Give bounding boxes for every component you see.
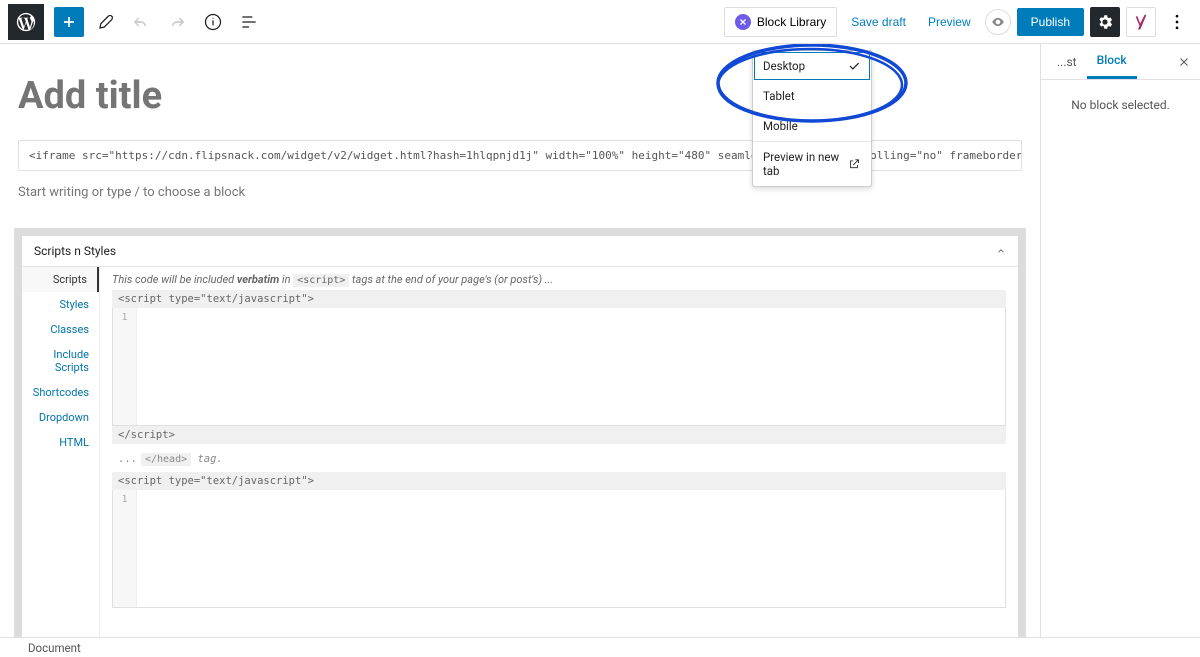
- script-open-tag: <script type="text/javascript">: [112, 290, 1006, 308]
- scripts-content: This code will be included verbatim in <…: [100, 267, 1018, 637]
- sidebar-tab-block[interactable]: Block: [1087, 44, 1137, 79]
- scripts-tab-shortcodes[interactable]: Shortcodes: [22, 380, 99, 405]
- preview-button[interactable]: Preview: [920, 9, 979, 35]
- block-appender[interactable]: Start writing or type / to choose a bloc…: [0, 181, 1040, 214]
- scripts-panel-header[interactable]: Scripts n Styles: [22, 236, 1018, 267]
- redo-icon: [167, 12, 187, 32]
- scripts-tab-html[interactable]: HTML: [22, 430, 99, 455]
- sidebar-tabs: ...st Block: [1041, 44, 1200, 80]
- settings-sidebar: ...st Block No block selected.: [1040, 44, 1200, 637]
- sidebar-tab-post[interactable]: ...st: [1047, 46, 1087, 78]
- code-editor-gutter: 1: [113, 490, 137, 607]
- caret-up-icon: [996, 246, 1006, 256]
- close-icon: [1178, 56, 1190, 68]
- redo-button[interactable]: [162, 7, 192, 37]
- info-button[interactable]: [198, 7, 228, 37]
- preview-option-desktop[interactable]: Desktop: [753, 51, 871, 81]
- scripts-tab-styles[interactable]: Styles: [22, 292, 99, 317]
- kebab-icon: [1167, 12, 1187, 32]
- breadcrumb-document[interactable]: Document: [28, 641, 81, 655]
- block-library-icon: [735, 14, 751, 30]
- head-tag-note: ...</head> tag.: [112, 450, 1006, 468]
- settings-button[interactable]: [1090, 7, 1120, 37]
- preview-option-tablet[interactable]: Tablet: [753, 81, 871, 111]
- undo-button[interactable]: [126, 7, 156, 37]
- yoast-readability-indicator[interactable]: [985, 9, 1011, 35]
- scripts-panel-body: Scripts Styles Classes Include Scripts S…: [22, 267, 1018, 637]
- block-library-button[interactable]: Block Library: [724, 7, 837, 37]
- edit-mode-button[interactable]: [90, 7, 120, 37]
- scripts-tab-dropdown[interactable]: Dropdown: [22, 405, 99, 430]
- save-draft-button[interactable]: Save draft: [843, 9, 914, 35]
- toolbar-left: [8, 4, 264, 40]
- preview-option-mobile[interactable]: Mobile: [753, 111, 871, 141]
- yoast-button[interactable]: [1126, 7, 1156, 37]
- scripts-panel-title: Scripts n Styles: [34, 244, 116, 258]
- code-editor-area[interactable]: [137, 490, 1005, 607]
- pencil-icon: [95, 12, 115, 32]
- scripts-tab-classes[interactable]: Classes: [22, 317, 99, 342]
- code-editor-gutter: 1: [113, 308, 137, 425]
- add-block-button[interactable]: [54, 7, 84, 37]
- block-library-label: Block Library: [757, 15, 826, 29]
- scripts-n-styles-panel: Scripts n Styles Scripts Styles Classes …: [14, 228, 1026, 637]
- scripts-tab-scripts[interactable]: Scripts: [22, 267, 99, 292]
- info-icon: [203, 12, 223, 32]
- sidebar-body: No block selected.: [1041, 80, 1200, 130]
- plus-icon: [59, 12, 79, 32]
- scripts-tabs: Scripts Styles Classes Include Scripts S…: [22, 267, 100, 637]
- eye-icon: [991, 15, 1005, 29]
- post-title[interactable]: Add title: [0, 44, 1040, 132]
- scripts-tab-include[interactable]: Include Scripts: [22, 342, 99, 380]
- code-editor-area[interactable]: [137, 308, 1005, 425]
- preview-option-label: Preview in new tab: [763, 150, 848, 178]
- script-open-tag-head: <script type="text/javascript">: [112, 472, 1006, 490]
- outline-button[interactable]: [234, 7, 264, 37]
- preview-option-label: Mobile: [763, 119, 798, 133]
- yoast-icon: [1132, 13, 1150, 31]
- code-editor-head[interactable]: 1: [112, 490, 1006, 608]
- preview-option-label: Tablet: [763, 89, 795, 103]
- list-icon: [239, 12, 259, 32]
- gear-icon: [1096, 13, 1114, 31]
- preview-new-tab[interactable]: Preview in new tab: [753, 142, 871, 186]
- code-editor-body[interactable]: 1: [112, 308, 1006, 426]
- editor-footer: Document: [0, 637, 1200, 657]
- external-link-icon: [848, 157, 861, 171]
- wordpress-icon: [15, 11, 37, 33]
- wordpress-logo[interactable]: [8, 4, 44, 40]
- check-icon: [847, 59, 861, 73]
- editor-canvas: Desktop Tablet Mobile Preview in new tab…: [0, 44, 1040, 637]
- toolbar-right: Block Library Save draft Preview Publish: [724, 7, 1192, 37]
- undo-icon: [131, 12, 151, 32]
- publish-button[interactable]: Publish: [1017, 8, 1084, 36]
- sidebar-close-button[interactable]: [1174, 52, 1194, 72]
- preview-dropdown: Desktop Tablet Mobile Preview in new tab: [752, 50, 872, 187]
- preview-option-label: Desktop: [763, 59, 805, 73]
- more-options-button[interactable]: [1162, 7, 1192, 37]
- editor-toolbar: Block Library Save draft Preview Publish: [0, 0, 1200, 44]
- script-close-tag: </script>: [112, 426, 1006, 444]
- scripts-note: This code will be included verbatim in <…: [112, 273, 1006, 286]
